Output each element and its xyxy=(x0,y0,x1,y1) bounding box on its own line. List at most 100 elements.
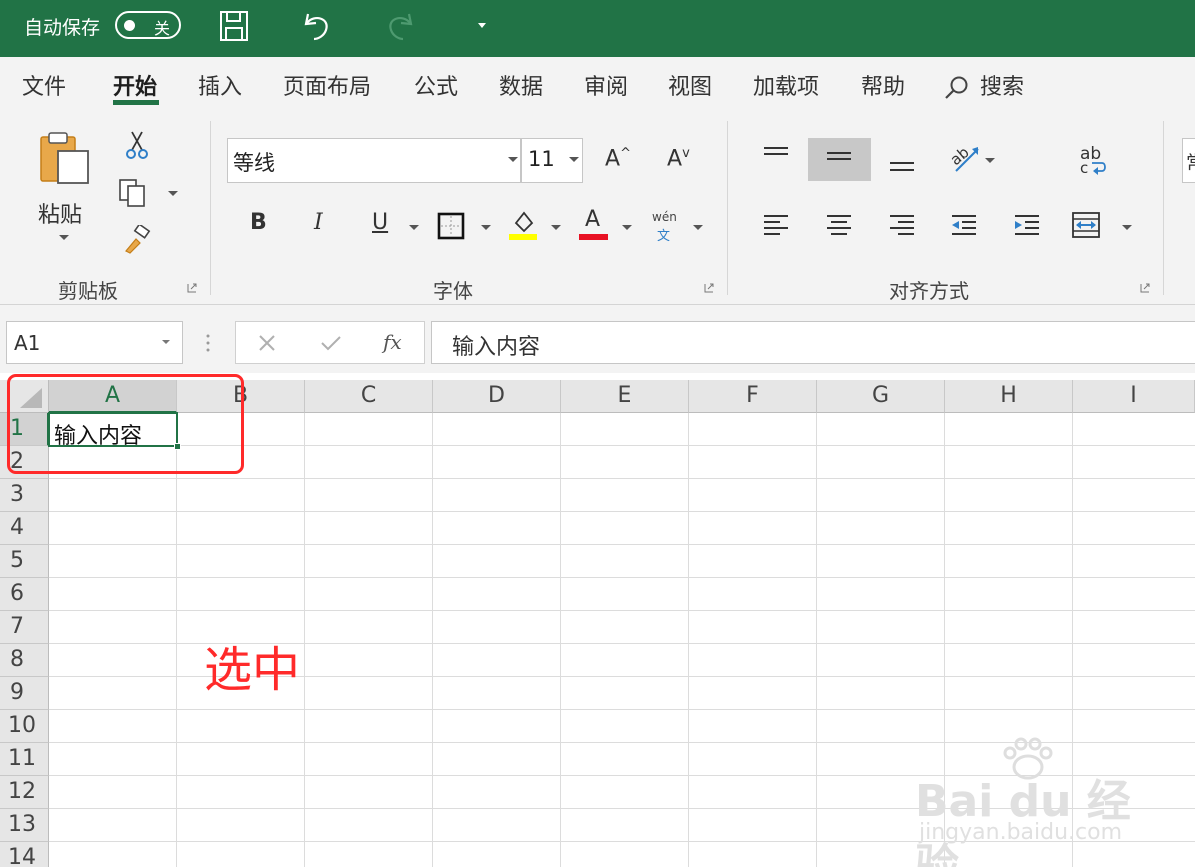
toggle-knob xyxy=(124,20,135,31)
autosave-toggle[interactable]: 关 xyxy=(115,11,181,39)
borders-caret[interactable] xyxy=(481,225,491,230)
format-painter-icon[interactable] xyxy=(122,225,152,255)
tab-home[interactable]: 开始 xyxy=(113,69,157,101)
active-tab-indicator xyxy=(113,100,159,105)
clipboard-launcher-icon[interactable] xyxy=(187,283,197,293)
tab-review[interactable]: 审阅 xyxy=(584,69,628,101)
font-size-caret[interactable] xyxy=(569,157,579,162)
annotation-label: 选中 xyxy=(204,642,301,698)
increase-indent-icon[interactable] xyxy=(1013,213,1041,237)
align-center-icon[interactable] xyxy=(825,213,853,237)
column-header-e[interactable]: E xyxy=(561,380,689,413)
copy-icon[interactable] xyxy=(118,178,150,208)
save-icon[interactable] xyxy=(219,10,249,42)
number-format-dropdown[interactable]: 常 xyxy=(1182,138,1195,183)
row-header-9[interactable]: 9 xyxy=(0,677,49,710)
row-header-3[interactable]: 3 xyxy=(0,479,49,512)
customize-qat-icon[interactable] xyxy=(476,22,488,30)
align-left-icon[interactable] xyxy=(762,213,790,237)
search-icon[interactable] xyxy=(944,75,970,101)
font-size-value: 11 xyxy=(528,147,555,171)
tab-addins[interactable]: 加载项 xyxy=(753,69,819,101)
tab-formulas[interactable]: 公式 xyxy=(414,69,458,101)
autosave-state: 关 xyxy=(154,19,171,38)
gridline xyxy=(49,577,1195,578)
column-header-d[interactable]: D xyxy=(433,380,561,413)
increase-font-button[interactable]: A^ xyxy=(605,146,631,171)
tab-insert[interactable]: 插入 xyxy=(198,69,242,101)
enter-icon[interactable] xyxy=(320,334,342,352)
gridline xyxy=(688,413,689,867)
tab-data[interactable]: 数据 xyxy=(499,69,543,101)
merge-center-icon[interactable] xyxy=(1071,211,1101,239)
italic-button[interactable]: I xyxy=(314,210,323,235)
gridline xyxy=(304,413,305,867)
column-header-g[interactable]: G xyxy=(817,380,945,413)
font-name-caret[interactable] xyxy=(508,157,518,162)
clipboard-group-label: 剪贴板 xyxy=(58,279,118,303)
align-top-icon[interactable] xyxy=(762,145,790,165)
undo-icon[interactable] xyxy=(302,10,332,42)
cut-icon[interactable] xyxy=(124,130,150,160)
decrease-indent-icon[interactable] xyxy=(950,213,978,237)
name-box[interactable]: A1 xyxy=(6,321,183,364)
alignment-launcher-icon[interactable] xyxy=(1140,283,1150,293)
tab-search[interactable]: 搜索 xyxy=(980,69,1024,101)
group-separator xyxy=(210,121,211,295)
underline-button[interactable]: U xyxy=(372,210,388,235)
row-header-10[interactable]: 10 xyxy=(0,710,49,743)
column-header-h[interactable]: H xyxy=(945,380,1073,413)
increase-font-label: A xyxy=(605,146,621,172)
insert-function-icon[interactable]: fx xyxy=(383,330,402,354)
paste-dropdown-caret[interactable] xyxy=(59,235,69,240)
formula-buttons: fx xyxy=(235,321,425,364)
ribbon-home: 粘贴 剪贴板 等线 11 A^ Av B I U A wén 文 字体 ab a… xyxy=(0,113,1195,305)
column-header-c[interactable]: C xyxy=(305,380,433,413)
tab-page-layout[interactable]: 页面布局 xyxy=(283,69,371,101)
decrease-font-button[interactable]: Av xyxy=(667,146,690,171)
fill-color-icon[interactable] xyxy=(508,209,538,241)
formula-bar-resize-icon[interactable] xyxy=(204,332,212,354)
row-header-13[interactable]: 13 xyxy=(0,809,49,842)
row-header-8[interactable]: 8 xyxy=(0,644,49,677)
align-right-icon[interactable] xyxy=(888,213,916,237)
font-launcher-icon[interactable] xyxy=(704,283,714,293)
paste-icon[interactable] xyxy=(38,131,92,185)
column-header-i[interactable]: I xyxy=(1073,380,1195,413)
tab-view[interactable]: 视图 xyxy=(668,69,712,101)
paste-label[interactable]: 粘贴 xyxy=(38,197,82,229)
row-header-5[interactable]: 5 xyxy=(0,545,49,578)
column-header-f[interactable]: F xyxy=(689,380,817,413)
orientation-caret[interactable] xyxy=(985,158,995,163)
font-color-caret[interactable] xyxy=(622,225,632,230)
formula-input[interactable]: 输入内容 xyxy=(431,321,1195,364)
phonetic-top[interactable]: wén xyxy=(652,210,677,224)
row-header-12[interactable]: 12 xyxy=(0,776,49,809)
font-color-button[interactable]: A xyxy=(585,207,600,232)
underline-caret[interactable] xyxy=(409,225,419,230)
phonetic-caret[interactable] xyxy=(693,225,703,230)
row-header-6[interactable]: 6 xyxy=(0,578,49,611)
font-name-dropdown[interactable]: 等线 xyxy=(227,138,521,183)
tab-file[interactable]: 文件 xyxy=(22,69,66,101)
bold-button[interactable]: B xyxy=(250,210,267,235)
font-name-value: 等线 xyxy=(233,151,275,175)
name-box-caret[interactable] xyxy=(162,340,170,344)
borders-icon[interactable] xyxy=(437,212,465,240)
fill-color-caret[interactable] xyxy=(551,225,561,230)
align-middle-icon[interactable] xyxy=(825,149,853,169)
merge-center-caret[interactable] xyxy=(1122,225,1132,230)
copy-dropdown-caret[interactable] xyxy=(168,191,178,196)
row-header-11[interactable]: 11 xyxy=(0,743,49,776)
cancel-icon[interactable] xyxy=(258,334,276,352)
wrap-text-icon[interactable] xyxy=(1090,161,1106,175)
phonetic-bottom[interactable]: 文 xyxy=(657,225,670,244)
align-bottom-icon[interactable] xyxy=(888,155,916,175)
row-header-14[interactable]: 14 xyxy=(0,842,49,867)
row-header-4[interactable]: 4 xyxy=(0,512,49,545)
redo-icon[interactable] xyxy=(385,10,415,42)
ribbon-tabs: 文件 开始 插入 页面布局 公式 数据 审阅 视图 加载项 帮助 搜索 xyxy=(0,57,1195,113)
row-header-7[interactable]: 7 xyxy=(0,611,49,644)
tab-help[interactable]: 帮助 xyxy=(861,69,905,101)
orientation-icon[interactable]: ab xyxy=(948,143,982,175)
